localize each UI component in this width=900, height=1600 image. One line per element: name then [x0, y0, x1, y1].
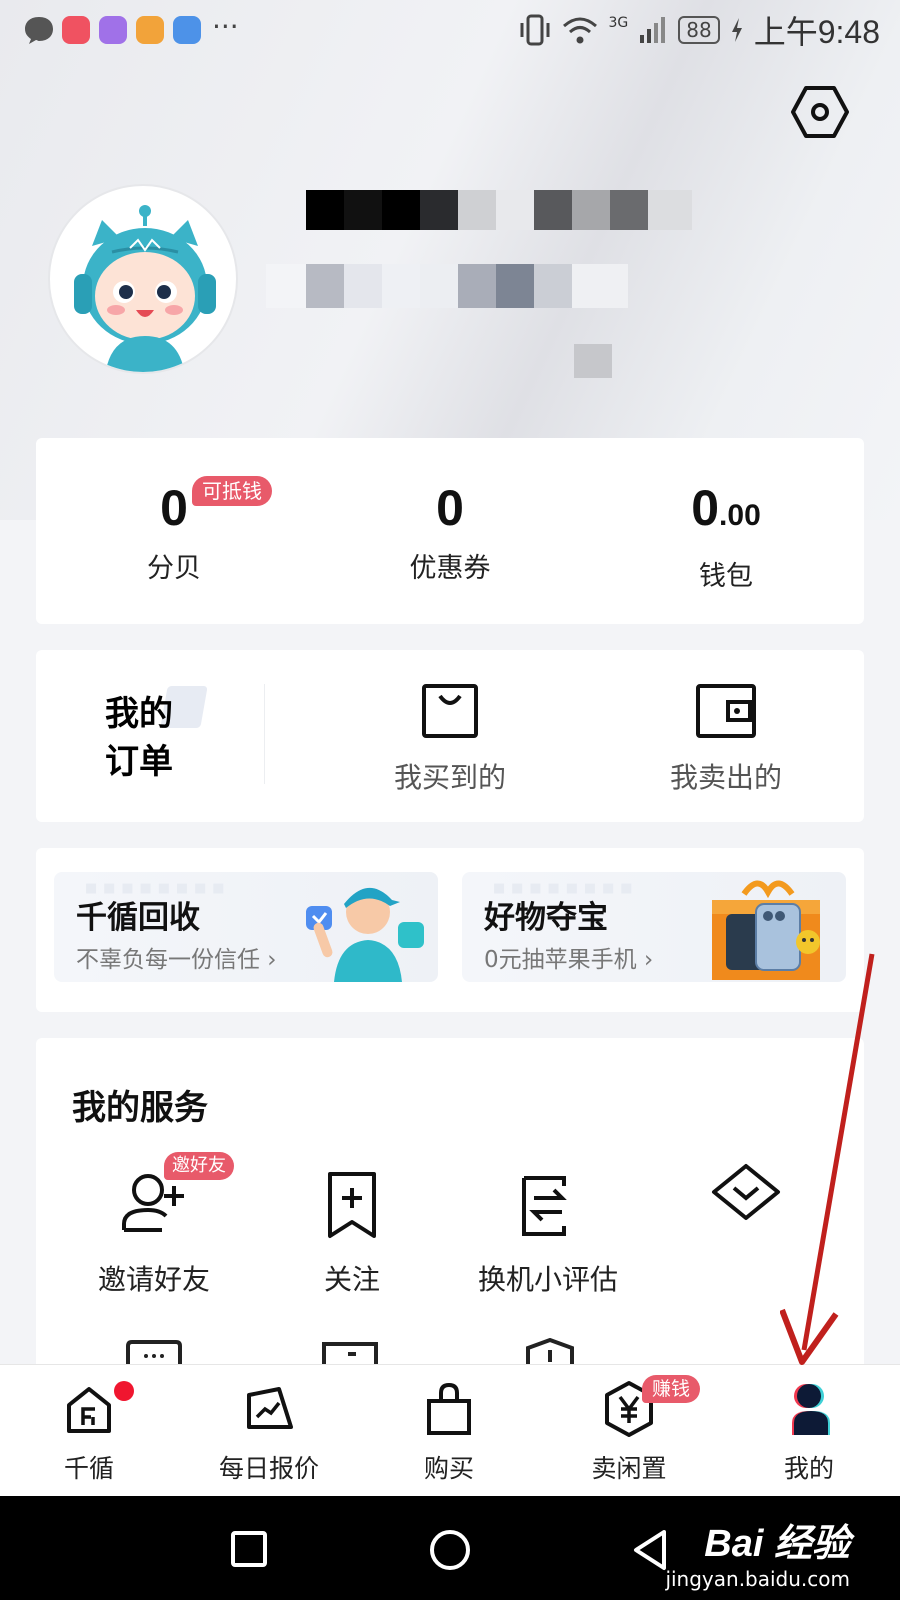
- wifi-icon: [563, 17, 598, 44]
- notification-dot: [114, 1381, 134, 1401]
- coupon-stat[interactable]: 0 优惠券: [360, 478, 540, 585]
- fenbei-badge: 可抵钱: [192, 476, 272, 506]
- tab-qianxun-label: 千循: [63, 1454, 114, 1483]
- notification-app-icon-2: [99, 16, 127, 44]
- sell-earn-badge: 赚钱: [642, 1375, 701, 1403]
- system-nav-bar: Bai 经验 jingyan.baidu.com: [0, 1496, 900, 1600]
- coupon-label: 优惠券: [409, 553, 491, 584]
- tab-daily-quote-label: 每日报价: [218, 1454, 319, 1483]
- notification-app-icon-4: [173, 16, 201, 44]
- follow-label: 关注: [323, 1263, 380, 1296]
- tab-mine-label: 我的: [783, 1454, 834, 1483]
- tab-daily-quote[interactable]: 每日报价: [194, 1379, 344, 1485]
- follow-button[interactable]: 关注: [262, 1166, 442, 1298]
- more-notifications: ···: [212, 10, 239, 43]
- bought-orders-button[interactable]: 我买到的: [350, 682, 550, 796]
- trend-chart-icon: [247, 1387, 293, 1429]
- swap-icon: [522, 1176, 567, 1236]
- service-icon-row2-2: [322, 1342, 378, 1364]
- user-profile-icon: [792, 1384, 830, 1435]
- lottery-promo-subtitle: 0元抽苹果手机 ›: [484, 947, 654, 973]
- network-type: 3G: [608, 15, 629, 31]
- battery-level: 88: [678, 16, 720, 44]
- fenbei-label: 分贝: [147, 553, 201, 584]
- user-id-pixelated: [266, 264, 628, 308]
- recent-apps-button[interactable]: [230, 1530, 268, 1568]
- home-button[interactable]: [428, 1528, 472, 1572]
- invite-friends-label: 邀请好友: [97, 1263, 210, 1296]
- sold-label: 我卖出的: [669, 761, 782, 794]
- trade-in-estimate-button[interactable]: 换机小评估: [458, 1166, 638, 1298]
- annotation-arrow: [780, 953, 875, 1365]
- delivery-man-icon: [306, 887, 424, 982]
- service-icon-row2-1: [126, 1340, 182, 1364]
- my-orders-title[interactable]: 我的 订单: [105, 690, 173, 786]
- vibrate-icon: [520, 14, 550, 46]
- username-pixelated: [306, 190, 692, 230]
- trade-in-estimate-label: 换机小评估: [477, 1263, 618, 1296]
- recycle-promo-title: 千循回收: [76, 900, 200, 936]
- message-icon: [25, 17, 53, 44]
- notification-app-icon-1: [62, 16, 90, 44]
- invite-badge: 邀好友: [164, 1152, 234, 1180]
- services-title: 我的服务: [72, 1088, 208, 1128]
- watermark-brand: Bai 经验: [704, 1523, 850, 1565]
- wallet-icon: [696, 684, 756, 738]
- recycle-promo[interactable]: ▪▪▪▪▪▪▪▪ 千循回收 不辜负每一份信任 ›: [54, 872, 438, 982]
- clock: 上午9:48: [753, 14, 880, 50]
- invite-friends-button[interactable]: 邀请好友: [64, 1166, 244, 1298]
- recycle-promo-subtitle: 不辜负每一份信任 ›: [76, 947, 277, 973]
- status-bar: ··· 3G 88 上午9:48: [0, 0, 900, 62]
- robot-mascot-avatar-icon: [74, 205, 216, 372]
- bottom-tab-bar: 千循 每日报价 购买 卖闲置 赚钱 我的: [0, 1364, 900, 1496]
- diamond-icon: [712, 1164, 780, 1220]
- baidu-jingyan-watermark: Bai 经验 jingyan.baidu.com: [665, 1512, 850, 1591]
- tab-buy-label: 购买: [423, 1454, 474, 1483]
- settings-button[interactable]: [790, 82, 850, 142]
- tab-mine[interactable]: 我的: [734, 1379, 884, 1485]
- tab-qianxun[interactable]: 千循: [14, 1379, 164, 1485]
- shopping-bag-icon: [422, 684, 478, 738]
- home-icon: [67, 1387, 111, 1433]
- signal-icon: [640, 17, 666, 43]
- charging-icon: [731, 18, 742, 42]
- orders-divider: [264, 684, 265, 784]
- wallet-label: 钱包: [699, 561, 753, 592]
- back-button[interactable]: [630, 1528, 670, 1572]
- service-icon-row2-3: [526, 1338, 574, 1364]
- watermark-url: jingyan.baidu.com: [665, 1567, 850, 1591]
- wallet-stat[interactable]: 0.00 钱包: [636, 478, 816, 593]
- bought-label: 我买到的: [393, 761, 506, 794]
- lottery-promo-title: 好物夺宝: [484, 900, 608, 936]
- bookmark-plus-icon: [328, 1172, 376, 1238]
- settings-icon: [791, 86, 849, 138]
- tab-sell-label: 卖闲置: [591, 1454, 667, 1483]
- tab-buy[interactable]: 购买: [374, 1379, 524, 1485]
- status-right: 3G 88 上午9:48: [518, 10, 880, 50]
- sold-orders-button[interactable]: 我卖出的: [626, 682, 826, 796]
- assets-card: 0 分贝 可抵钱 0 优惠券 0.00 钱包: [36, 438, 864, 624]
- notification-app-icon-3: [136, 16, 164, 44]
- avatar[interactable]: [48, 184, 238, 374]
- wallet-value: 0.00: [691, 480, 761, 536]
- user-info-pixelated: [574, 344, 612, 378]
- coupon-value: 0: [436, 480, 464, 536]
- shopping-bag-icon: [427, 1382, 471, 1435]
